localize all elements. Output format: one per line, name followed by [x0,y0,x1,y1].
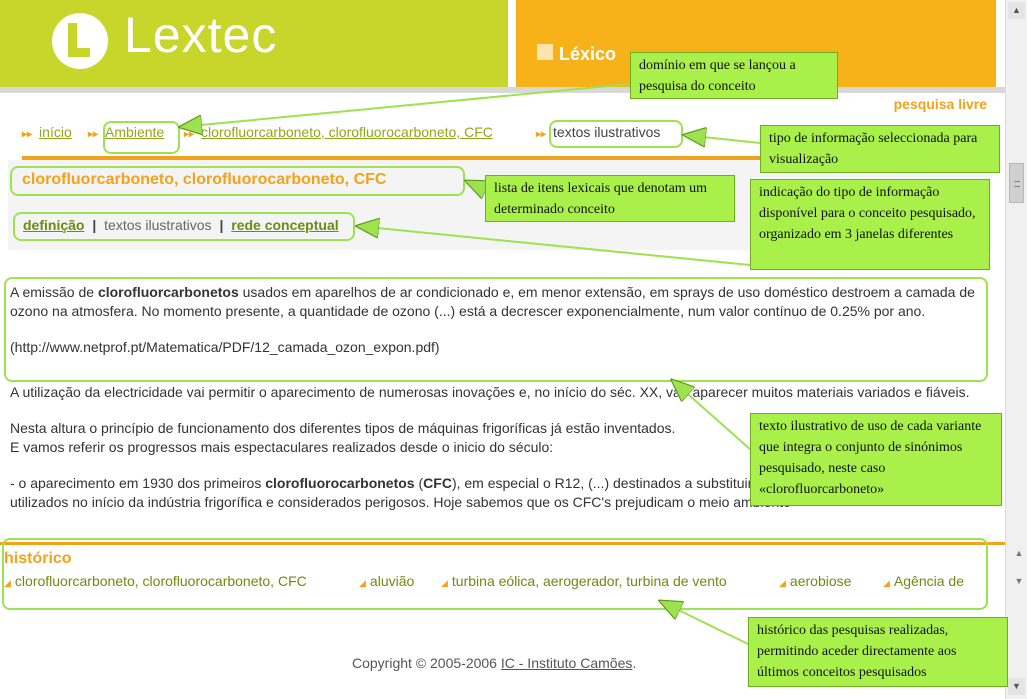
breadcrumb-arrow-icon: ▸▸ [184,129,195,140]
callout-history: histórico das pesquisas realizadas, perm… [748,617,1008,687]
free-search-link[interactable]: pesquisa livre [894,96,987,112]
callout-windows: indicação do tipo de informação disponív… [750,179,990,270]
annotation-outline-tabs [13,212,355,241]
history-scroll-up-icon[interactable]: ▲ [1012,548,1026,558]
header-divider [0,87,1005,93]
breadcrumb-arrow-icon: ▸▸ [22,129,33,140]
callout-info-type: tipo de informação seleccionada para vis… [760,125,1000,173]
history-scroll-buttons[interactable]: ▲ ▼ [1012,548,1026,590]
page-scrollbar[interactable]: ▲ ▼ [1005,0,1027,699]
callout-domain: domínio em que se lançou a pesquisa do c… [630,52,838,99]
section-label: Léxico [559,44,617,64]
breadcrumb-arrow-icon: ▸▸ [536,129,547,140]
institute-link[interactable]: IC - Instituto Camões [501,655,633,671]
logo-text: Lextec [124,7,278,63]
annotation-outline-domain [103,121,180,154]
annotation-outline-lexical [10,166,465,196]
annotation-outline-history [2,538,988,610]
text-paragraph: A utilização da electricidade vai permit… [10,383,970,400]
annotation-outline-info-type [549,120,683,148]
scroll-thumb[interactable] [1009,163,1024,203]
header-banner: Lextec [0,0,508,87]
breadcrumb-item-inicio[interactable]: ▸▸ início [22,124,72,140]
callout-illustrative: texto ilustrativo de uso de cada variant… [750,413,1002,506]
logo-icon [52,13,108,69]
scroll-down-icon[interactable]: ▼ [1008,678,1025,695]
history-scroll-down-icon[interactable]: ▼ [1012,576,1026,586]
callout-lexical-items: lista de itens lexicais que denotam um d… [485,175,735,222]
breadcrumb-arrow-icon: ▸▸ [88,129,99,140]
annotation-outline-text [4,277,988,382]
scroll-up-icon[interactable]: ▲ [1008,2,1025,19]
copyright: Copyright © 2005-2006 IC - Instituto Cam… [352,655,637,671]
lexico-icon [537,44,553,60]
breadcrumb-item-concept[interactable]: ▸▸ clorofluorcarboneto, clorofluorocarbon… [184,124,493,140]
